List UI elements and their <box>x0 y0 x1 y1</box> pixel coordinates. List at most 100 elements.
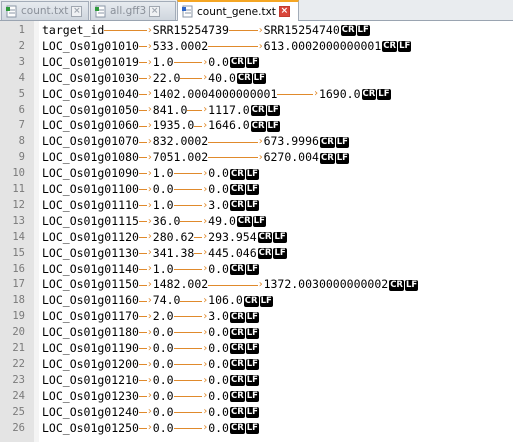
tab-arrow-icon: › <box>208 277 264 293</box>
cell-text: LOC_Os01g01190 <box>42 341 139 355</box>
crlf-marker: CR LF <box>229 311 260 323</box>
tab-arrow-icon: › <box>173 404 208 420</box>
cr-marker: CR <box>257 232 273 244</box>
cell-text: 1.0 <box>152 166 174 181</box>
editor-line[interactable]: 3 LOC_Os01g01019 › 1.0 › 0.0 CR LF <box>0 55 513 71</box>
editor-line[interactable]: 7 LOC_Os01g01060 › 1935.0 › 1646.0 CR LF <box>0 118 513 134</box>
cell-text: 106.0 <box>208 293 243 308</box>
editor-line[interactable]: 20 LOC_Os01g01180 › 0.0 › 0.0 CR LF <box>0 325 513 341</box>
editor-line[interactable]: 10 LOC_Os01g01090 › 1.0 › 0.0 CR LF <box>0 166 513 182</box>
editor-line[interactable]: 12 LOC_Os01g01110 › 1.0 › 3.0 CR LF <box>0 198 513 214</box>
editor-line[interactable]: 22 LOC_Os01g01200 › 0.0 › 0.0 CR LF <box>0 357 513 373</box>
cell-text: 1.0 <box>152 54 174 69</box>
line-number: 13 <box>12 214 25 227</box>
tab-arrow-icon: › <box>138 404 153 420</box>
editor-line[interactable]: 2 LOC_Os01g01010 › 533.0002 › 613.00020000000… <box>0 39 513 55</box>
lf-marker: LF <box>245 375 259 387</box>
tab-arrow-icon: › <box>194 245 208 261</box>
cell-text: 0.0 <box>152 356 174 371</box>
tab-arrow-icon: › <box>138 420 153 436</box>
tab-arrow-icon: › <box>138 388 153 404</box>
line-text: LOC_Os01g01160 › 74.0 › 106.0 CR LF <box>42 293 274 309</box>
editor-line[interactable]: 15 LOC_Os01g01130 › 341.38 › 445.046 CR LF <box>0 246 513 262</box>
line-number: 18 <box>12 294 25 307</box>
lf-marker: LF <box>398 41 412 53</box>
editor-line[interactable]: 9 LOC_Os01g01080 › 7051.002 › 6270.004 CR LF <box>0 150 513 166</box>
cell-text: 0.0 <box>152 341 174 355</box>
editor-line[interactable]: 16 LOC_Os01g01140 › 1.0 › 0.0 CR LF <box>0 262 513 278</box>
crlf-marker: CR LF <box>382 41 412 53</box>
close-icon[interactable]: × <box>71 5 83 17</box>
line-text: LOC_Os01g01230 › 0.0 › 0.0 CR LF <box>42 389 260 405</box>
editor-line[interactable]: 21 LOC_Os01g01190 › 0.0 › 0.0 CR LF <box>0 341 513 357</box>
tab-title: all.gff3 <box>110 5 147 17</box>
cell-text: LOC_Os01g01120 <box>42 229 139 244</box>
editor-line[interactable]: 23 LOC_Os01g01210 › 0.0 › 0.0 CR LF <box>0 373 513 389</box>
editor-line[interactable]: 8 LOC_Os01g01070 › 832.0002 › 673.9996 CR LF <box>0 134 513 150</box>
editor-line[interactable]: 18 LOC_Os01g01160 › 74.0 › 106.0 CR LF <box>0 293 513 309</box>
tab-title: count_gene.txt <box>197 5 276 18</box>
line-text: LOC_Os01g01130 › 341.38 › 445.046 CR LF <box>42 246 288 262</box>
lf-marker: LF <box>252 216 266 228</box>
cell-text: LOC_Os01g01115 <box>42 213 139 228</box>
tab-arrow-icon: › <box>104 23 153 39</box>
text-editor[interactable]: 1 target_id › SRR15254739 › SRR15254740 CR LF 2 L… <box>0 21 513 442</box>
lf-marker: LF <box>266 104 280 116</box>
line-text: LOC_Os01g01070 › 832.0002 › 673.9996 CR LF <box>42 134 350 150</box>
line-text: LOC_Os01g01030 › 22.0 › 40.0 CR LF <box>42 71 267 87</box>
editor-line[interactable]: 6 LOC_Os01g01050 › 841.0 › 1117.0 CR LF <box>0 103 513 119</box>
line-text: LOC_Os01g01200 › 0.0 › 0.0 CR LF <box>42 357 260 373</box>
cell-text: 22.0 <box>152 70 181 85</box>
editor-line[interactable]: 17 LOC_Os01g01150 › 1482.002 › 1372.003000000… <box>0 277 513 293</box>
crlf-marker: CR LF <box>229 391 260 403</box>
tab-arrow-icon: › <box>138 198 153 214</box>
tab-arrow-icon: › <box>138 55 153 71</box>
crlf-marker: CR LF <box>243 295 274 307</box>
line-number: 3 <box>18 55 25 68</box>
editor-line[interactable]: 25 LOC_Os01g01240 › 0.0 › 0.0 CR LF <box>0 405 513 421</box>
tab-all-gff3[interactable]: all.gff3 × <box>90 1 176 20</box>
cell-text: 841.0 <box>152 102 188 117</box>
cr-marker: CR <box>243 295 259 307</box>
cell-text: 0.0 <box>208 341 229 355</box>
editor-line[interactable]: 13 LOC_Os01g01115 › 36.0 › 49.0 CR LF <box>0 214 513 230</box>
editor-line[interactable]: 11 LOC_Os01g01100 › 0.0 › 0.0 CR LF <box>0 182 513 198</box>
editor-line[interactable]: 26 LOC_Os01g01250 › 0.0 › 0.0 CR LF <box>0 421 513 437</box>
close-icon[interactable]: × <box>278 6 290 17</box>
editor-line[interactable]: 5 LOC_Os01g01040 › 1402.0004000000001 › 1690.… <box>0 87 513 103</box>
cr-marker: CR <box>340 25 356 37</box>
cell-text: 36.0 <box>152 213 181 228</box>
cr-marker: CR <box>319 152 335 164</box>
tab-arrow-icon: › <box>138 293 153 309</box>
editor-line[interactable]: 1 target_id › SRR15254739 › SRR15254740 CR LF <box>0 23 513 39</box>
cr-marker: CR <box>229 263 245 275</box>
tab-count-txt[interactable]: count.txt × <box>1 1 89 20</box>
cell-text: 0.0 <box>208 261 229 276</box>
crlf-marker: CR LF <box>229 422 260 434</box>
tab-arrow-icon: › <box>194 229 208 245</box>
tab-arrow-icon: › <box>138 166 153 182</box>
cr-marker: CR <box>319 136 335 148</box>
editor-line[interactable]: 24 LOC_Os01g01230 › 0.0 › 0.0 CR LF <box>0 389 513 405</box>
line-number: 2 <box>18 39 25 52</box>
line-number: 22 <box>12 357 25 370</box>
tab-arrow-icon: › <box>138 70 153 86</box>
cr-marker: CR <box>229 391 245 403</box>
line-text: LOC_Os01g01190 › 0.0 › 0.0 CR LF <box>42 341 260 357</box>
line-number: 14 <box>12 230 25 243</box>
tab-arrow-icon: › <box>173 182 208 198</box>
cell-text: 0.0 <box>208 325 229 340</box>
crlf-marker: CR LF <box>319 152 350 164</box>
lf-marker: LF <box>245 263 259 275</box>
editor-line[interactable]: 19 LOC_Os01g01170 › 2.0 › 3.0 CR LF <box>0 309 513 325</box>
cell-text: 1646.0 <box>208 118 250 133</box>
crlf-marker: CR LF <box>229 375 260 387</box>
tab-arrow-icon: › <box>173 373 208 389</box>
tab-count-gene-txt[interactable]: count_gene.txt × <box>177 0 299 21</box>
editor-line[interactable]: 14 LOC_Os01g01120 › 280.62 › 293.954 CR LF <box>0 230 513 246</box>
crlf-marker: CR LF <box>389 279 419 291</box>
line-number: 8 <box>18 135 25 148</box>
close-icon[interactable]: × <box>149 5 161 17</box>
editor-line[interactable]: 4 LOC_Os01g01030 › 22.0 › 40.0 CR LF <box>0 71 513 87</box>
tab-arrow-icon: › <box>138 357 153 373</box>
